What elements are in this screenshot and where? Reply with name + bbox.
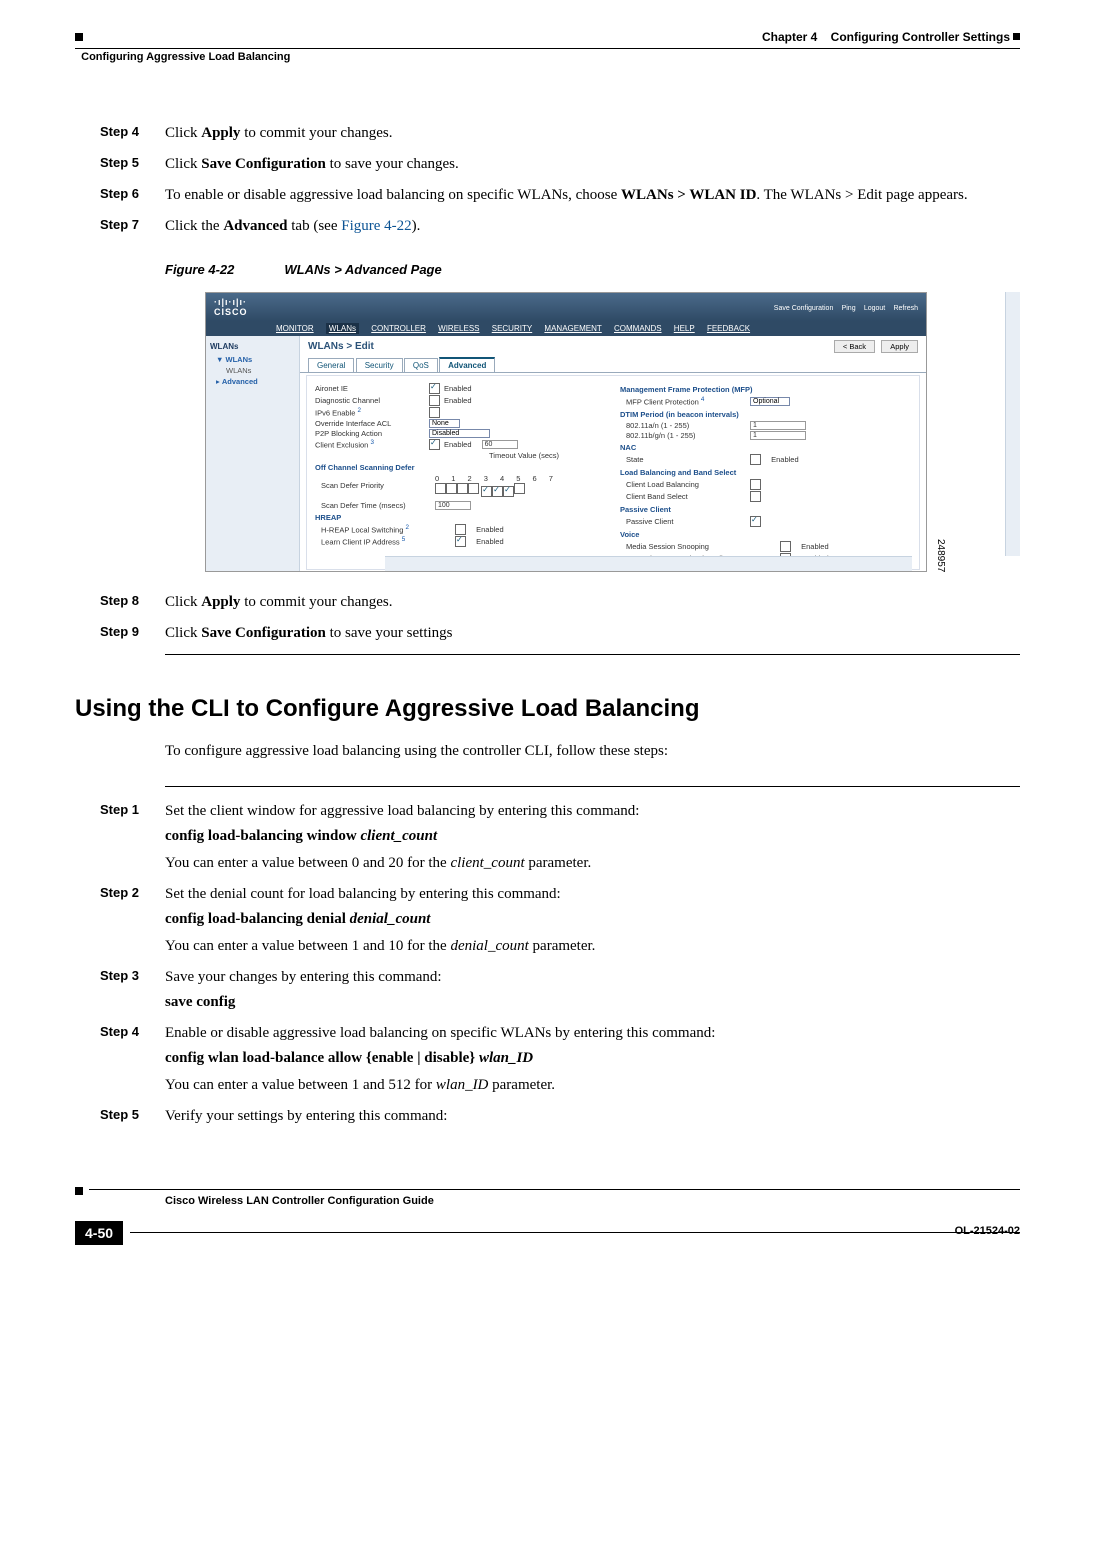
exclusion-input[interactable]: 60: [482, 440, 518, 449]
section-intro: To configure aggressive load balancing u…: [165, 741, 1020, 762]
step-row: Step 8Click Apply to commit your changes…: [100, 592, 1020, 613]
section-subhead: Configuring Aggressive Load Balancing: [75, 51, 1020, 63]
tab-security[interactable]: Security: [356, 358, 403, 372]
page-footer: Cisco Wireless LAN Controller Configurat…: [0, 1187, 1095, 1247]
step-row: Step 5Verify your settings by entering t…: [100, 1106, 1020, 1127]
step-row: Step 6To enable or disable aggressive lo…: [100, 185, 1020, 206]
step-row: Step 4Click Apply to commit your changes…: [100, 123, 1020, 144]
footer-ol: OL-21524-02: [955, 1225, 1020, 1237]
tab-qos[interactable]: QoS: [404, 358, 438, 372]
step-label: Step 7: [100, 216, 165, 237]
step-body: Click the Advanced tab (see Figure 4-22)…: [165, 216, 1020, 237]
ipv6-checkbox[interactable]: [429, 407, 440, 418]
section-heading: Using the CLI to Configure Aggressive Lo…: [75, 695, 1020, 723]
step-row: Step 4Enable or disable aggressive load …: [100, 1023, 1020, 1096]
step-body: Enable or disable aggressive load balanc…: [165, 1023, 1020, 1096]
step-body: Set the denial count for load balancing …: [165, 884, 1020, 957]
step-label: Step 1: [100, 801, 165, 874]
step-label: Step 4: [100, 1023, 165, 1096]
shot-page-title: WLANs > Edit: [308, 341, 374, 352]
step-body: Verify your settings by entering this co…: [165, 1106, 1020, 1127]
cisco-logo: ·ı|ı·ı|ı·CISCO: [214, 297, 248, 317]
override-select[interactable]: None: [429, 419, 460, 428]
step-row: Step 2Set the denial count for load bala…: [100, 884, 1020, 957]
shot-top-links: Save Configuration Ping Logout Refresh: [768, 303, 918, 312]
mfp-select[interactable]: Optional: [750, 397, 790, 406]
step-body: Click Save Configuration to save your ch…: [165, 154, 1020, 175]
chapter-title: Configuring Controller Settings: [831, 30, 1010, 44]
figure-caption: Figure 4-22WLANs > Advanced Page: [165, 262, 1020, 277]
h-scrollbar[interactable]: [385, 556, 912, 571]
back-button[interactable]: < Back: [834, 340, 875, 353]
scan-time-input[interactable]: 100: [435, 501, 471, 510]
step-label: Step 2: [100, 884, 165, 957]
page-number: 4-50: [75, 1221, 123, 1245]
step-label: Step 9: [100, 623, 165, 644]
step-body: Save your changes by entering this comma…: [165, 967, 1020, 1013]
step-body: Click Apply to commit your changes.: [165, 592, 1020, 613]
step-row: Step 7Click the Advanced tab (see Figure…: [100, 216, 1020, 237]
figure-image-id: 248957: [935, 539, 946, 572]
step-label: Step 8: [100, 592, 165, 613]
step-label: Step 5: [100, 1106, 165, 1127]
figure-4-22: ·ı|ı·ı|ı·CISCO Save Configuration Ping L…: [205, 292, 1020, 572]
step-row: Step 5Click Save Configuration to save y…: [100, 154, 1020, 175]
step-body: Set the client window for aggressive loa…: [165, 801, 1020, 874]
shot-tabs: General Security QoS Advanced: [300, 357, 926, 373]
tab-advanced[interactable]: Advanced: [439, 357, 495, 372]
shot-menubar: MONITOR WLANs CONTROLLER WIRELESS SECURI…: [206, 321, 926, 336]
v-scrollbar[interactable]: [1005, 292, 1020, 556]
footer-book-title: Cisco Wireless LAN Controller Configurat…: [165, 1195, 1020, 1207]
step-body: To enable or disable aggressive load bal…: [165, 185, 1020, 206]
aironet-checkbox[interactable]: [429, 383, 440, 394]
p2p-select[interactable]: Disabled: [429, 429, 490, 438]
diag-checkbox[interactable]: [429, 395, 440, 406]
step-body: Click Apply to commit your changes.: [165, 123, 1020, 144]
step-row: Step 3Save your changes by entering this…: [100, 967, 1020, 1013]
step-label: Step 6: [100, 185, 165, 206]
chapter-label: Chapter 4: [762, 30, 817, 44]
step-label: Step 3: [100, 967, 165, 1013]
step-label: Step 4: [100, 123, 165, 144]
tab-general[interactable]: General: [308, 358, 354, 372]
step-body: Click Save Configuration to save your se…: [165, 623, 1020, 644]
step-label: Step 5: [100, 154, 165, 175]
step-row: Step 9Click Save Configuration to save y…: [100, 623, 1020, 644]
apply-button[interactable]: Apply: [881, 340, 918, 353]
shot-sidebar: WLANs ▼ WLANs WLANs ▸ Advanced: [206, 336, 300, 571]
running-header: Chapter 4 Configuring Controller Setting…: [75, 30, 1020, 44]
shot-topbar: ·ı|ı·ı|ı·CISCO Save Configuration Ping L…: [206, 293, 926, 321]
step-row: Step 1Set the client window for aggressi…: [100, 801, 1020, 874]
exclusion-checkbox[interactable]: [429, 439, 440, 450]
